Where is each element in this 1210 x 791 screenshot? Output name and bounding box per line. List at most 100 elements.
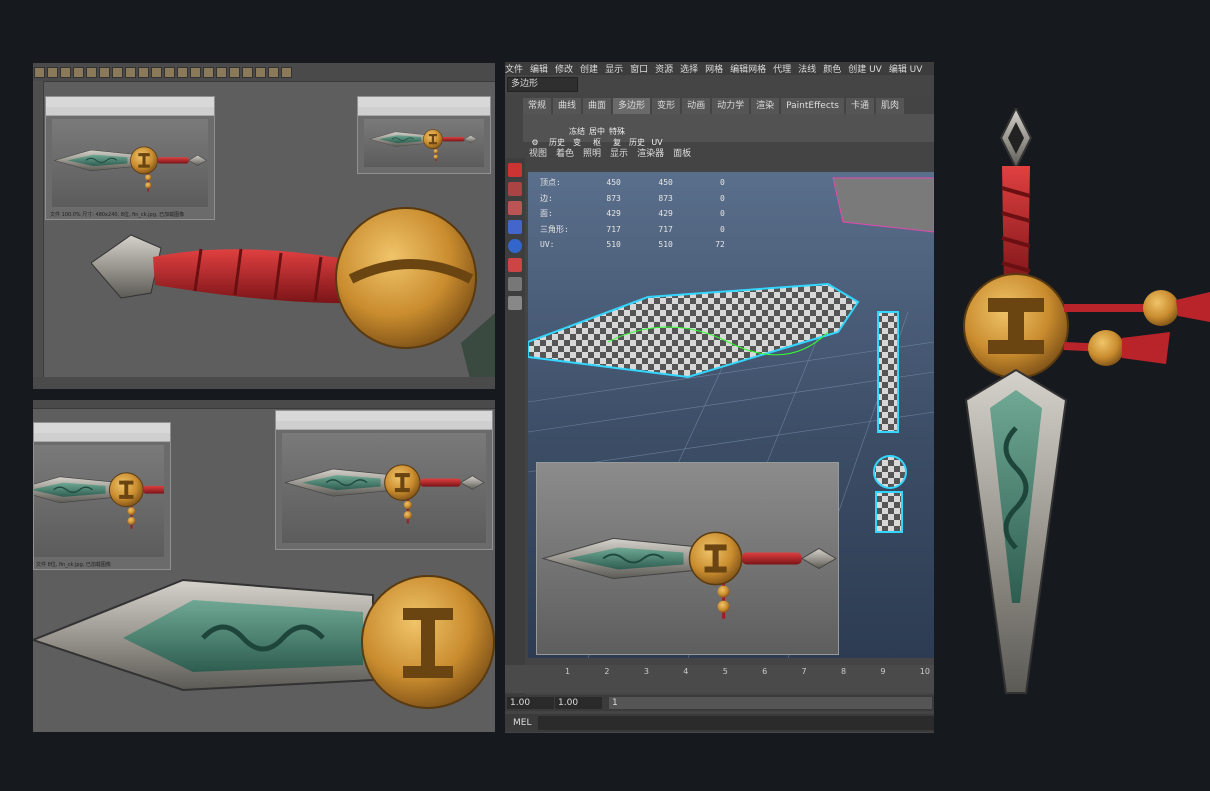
range-current-field[interactable]: 1.00: [555, 697, 602, 709]
range-bar[interactable]: 1: [609, 697, 932, 709]
toolbar-icon[interactable]: [281, 67, 292, 78]
shelf-tab[interactable]: 变形: [652, 98, 681, 114]
cube-icon[interactable]: [508, 258, 522, 272]
shelf-tab[interactable]: 曲线: [553, 98, 582, 114]
perspective-viewport[interactable]: 顶点: 450 450 0 边: 873 873 0 面: 429 429 0 三角形: 717 71…: [528, 172, 934, 658]
c4d-toolbar: [33, 63, 495, 82]
hud-value: 717: [606, 224, 621, 234]
move-icon[interactable]: [508, 296, 522, 310]
menu-item[interactable]: 资源: [655, 65, 673, 75]
time-tick: 2: [604, 667, 610, 676]
toolbar-icon[interactable]: [190, 67, 201, 78]
hud-value: 0: [720, 193, 725, 203]
image-viewer-window[interactable]: 文件 8位, fin_ck.jpg, 已加载图像: [33, 422, 206, 570]
menu-item[interactable]: 显示: [605, 65, 623, 75]
preview-viewport: [364, 119, 484, 167]
panel-menu-item[interactable]: 面板: [673, 149, 691, 159]
time-tick: 6: [762, 667, 768, 676]
menu-item[interactable]: 编辑 UV: [889, 65, 923, 75]
c4d-menubar[interactable]: [33, 400, 495, 409]
toolbar-icon[interactable]: [216, 67, 227, 78]
toolbar-icon[interactable]: [177, 67, 188, 78]
window-menubar[interactable]: [276, 421, 492, 430]
toolbar-icon[interactable]: [229, 67, 240, 78]
window-menubar[interactable]: [358, 107, 490, 116]
panel-menu-item[interactable]: 显示: [610, 149, 628, 159]
toolbar-icon[interactable]: [60, 67, 71, 78]
shelf-button[interactable]: 冻结变: [567, 126, 587, 148]
hud-label: 面:: [540, 209, 553, 219]
menu-item[interactable]: 代理: [773, 65, 791, 75]
window-menubar[interactable]: [46, 107, 214, 116]
toolbar-icon[interactable]: [86, 67, 97, 78]
toolbar-icon[interactable]: [99, 67, 110, 78]
cone-icon[interactable]: [508, 220, 522, 234]
menu-item[interactable]: 法线: [798, 65, 816, 75]
toolbar-icon[interactable]: [125, 67, 136, 78]
toolbar-icon[interactable]: [255, 67, 266, 78]
menu-item[interactable]: 网格: [705, 65, 723, 75]
menu-item[interactable]: 编辑网格: [730, 65, 766, 75]
menu-item[interactable]: 颜色: [823, 65, 841, 75]
toolbar-icon[interactable]: [112, 67, 123, 78]
shelf-tab[interactable]: 动力学: [712, 98, 750, 114]
shelf-tab[interactable]: 常规: [523, 98, 552, 114]
mel-label[interactable]: MEL: [509, 717, 541, 729]
render-preview-window[interactable]: [536, 462, 839, 655]
dagger-render: [541, 530, 838, 621]
c4d-left-toolbar[interactable]: [33, 81, 44, 389]
toolbar-icon[interactable]: [164, 67, 175, 78]
panel-menu-item[interactable]: 着色: [556, 149, 574, 159]
preview-viewport: [282, 433, 486, 543]
shelf-tab[interactable]: 动画: [682, 98, 711, 114]
menu-item[interactable]: 文件: [505, 65, 523, 75]
hud-value: 510: [606, 240, 621, 250]
render-icon[interactable]: [508, 277, 522, 291]
shelf-tab[interactable]: 渲染: [751, 98, 780, 114]
mode-selector[interactable]: 多边形: [507, 77, 578, 92]
menu-item[interactable]: 窗口: [630, 65, 648, 75]
range-start-field[interactable]: 1.00: [507, 697, 554, 709]
menu-item[interactable]: 选择: [680, 65, 698, 75]
toolbar-icon[interactable]: [203, 67, 214, 78]
panel-menu-item[interactable]: 渲染器: [637, 149, 664, 159]
time-slider[interactable]: 1 2 3 4 5 6 7 8 9 10: [505, 665, 934, 693]
shelf-tab[interactable]: 曲面: [583, 98, 612, 114]
picture-viewer-window[interactable]: [357, 96, 491, 174]
menu-item[interactable]: 创建: [580, 65, 598, 75]
lasso-icon[interactable]: [508, 182, 522, 196]
window-titlebar[interactable]: [276, 411, 492, 421]
hud-value: 717: [658, 224, 673, 234]
toolbar-icon[interactable]: [242, 67, 253, 78]
panel-menu-item[interactable]: 视图: [529, 149, 547, 159]
window-titlebar[interactable]: [46, 97, 214, 107]
window-menubar[interactable]: [34, 433, 170, 442]
toolbar-icon[interactable]: [151, 67, 162, 78]
hud-label: 顶点:: [540, 178, 561, 188]
window-titlebar[interactable]: [34, 423, 170, 433]
shelf-tab[interactable]: 卡通: [846, 98, 875, 114]
toolbar-icon[interactable]: [73, 67, 84, 78]
toolbar-icon[interactable]: [138, 67, 149, 78]
hud-row: 面: 429 429 0: [540, 207, 725, 221]
shelf-tab[interactable]: 肌肉: [876, 98, 905, 114]
panel-menu-item[interactable]: 照明: [583, 149, 601, 159]
shelf-button[interactable]: 居中枢: [587, 126, 607, 148]
mel-input[interactable]: [538, 716, 934, 730]
menu-item[interactable]: 修改: [555, 65, 573, 75]
picture-viewer-window[interactable]: [275, 410, 493, 550]
toolbar-icon[interactable]: [47, 67, 58, 78]
shelf-button[interactable]: 特殊复: [607, 126, 627, 148]
menu-item[interactable]: 创建 UV: [848, 65, 882, 75]
shelf-tab[interactable]: PaintEffects: [781, 98, 844, 114]
tool-box: [505, 158, 525, 698]
toolbar-icon[interactable]: [34, 67, 45, 78]
toolbar-icon[interactable]: [268, 67, 279, 78]
sphere-icon[interactable]: [508, 239, 522, 253]
hud-value: 429: [606, 209, 621, 219]
menu-item[interactable]: 编辑: [530, 65, 548, 75]
shelf-tab-active[interactable]: 多边形: [613, 98, 651, 114]
select-arrow-icon[interactable]: [508, 163, 522, 177]
paint-icon[interactable]: [508, 201, 522, 215]
window-titlebar[interactable]: [358, 97, 490, 107]
